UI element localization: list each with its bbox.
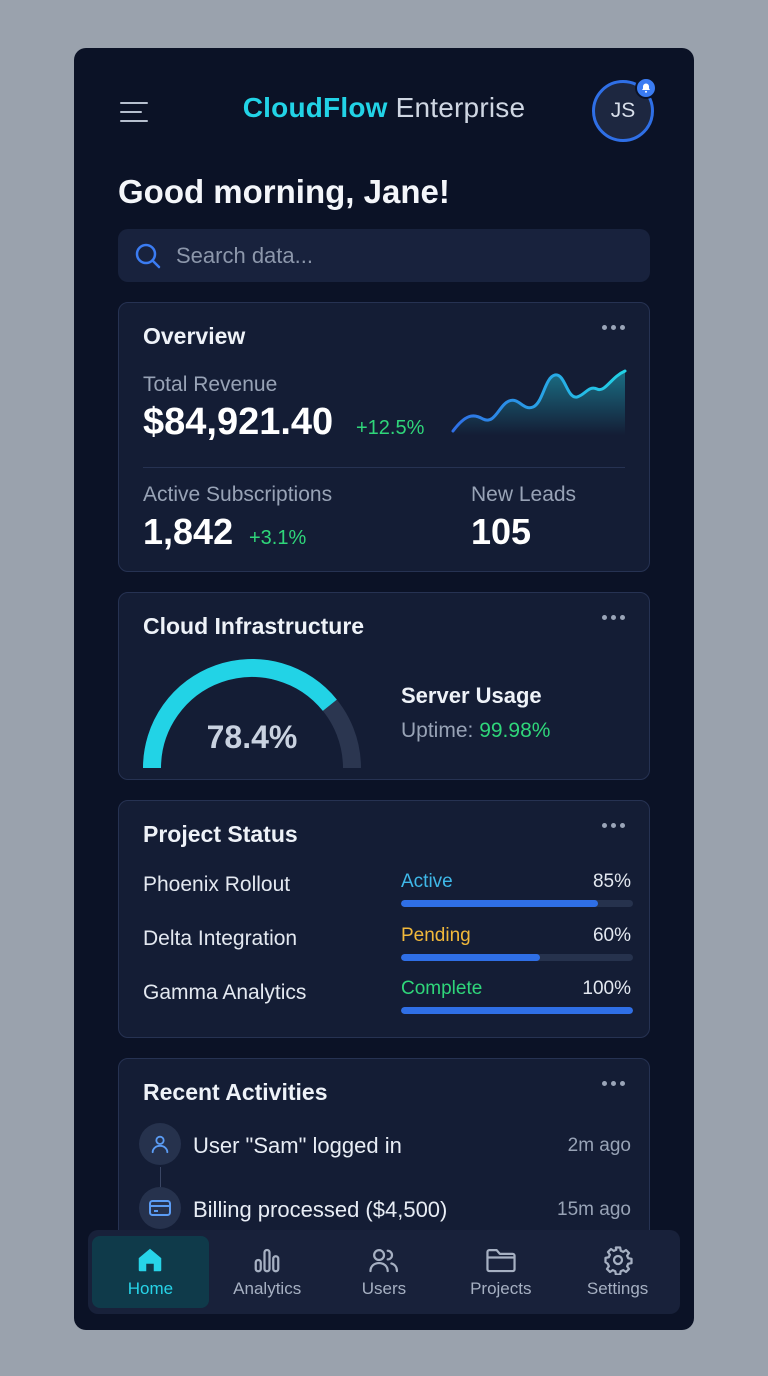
recent-activities-card: Recent Activities User "Sam" logged in 2… (118, 1058, 650, 1258)
nav-home[interactable]: Home (92, 1236, 209, 1308)
folder-icon (486, 1249, 516, 1273)
revenue-change: +12.5% (356, 417, 425, 439)
infrastructure-more-icon[interactable] (602, 615, 625, 620)
project-status-label: Pending (401, 925, 471, 946)
nav-label: Projects (470, 1279, 532, 1298)
notification-bell-icon[interactable] (635, 77, 657, 99)
search-icon (135, 243, 161, 268)
overview-divider (143, 467, 625, 468)
bottom-nav: Home Analytics Users Projects Settings (88, 1230, 680, 1314)
project-status-title: Project Status (143, 821, 298, 847)
activities-more-icon[interactable] (602, 1081, 625, 1086)
project-percent: 60% (592, 925, 631, 946)
subscriptions-value: 1,842 (143, 511, 234, 552)
project-status-card: Project Status Phoenix Rollout Active 85… (118, 800, 650, 1038)
app-title-suffix: Enterprise (395, 92, 526, 123)
subscriptions-change: +3.1% (249, 527, 307, 549)
user-icon (139, 1123, 181, 1165)
uptime-label: Uptime: (401, 719, 474, 742)
project-progress-fill (401, 900, 599, 907)
leads-label: New Leads (471, 483, 577, 506)
search-input[interactable]: Search data... (118, 229, 650, 282)
uptime-value: 99.98% (479, 719, 551, 742)
activity-connector (160, 1167, 161, 1189)
overview-more-icon[interactable] (602, 325, 625, 330)
nav-label: Settings (586, 1279, 649, 1298)
overview-title: Overview (143, 323, 246, 349)
activity-time: 2m ago (567, 1135, 631, 1156)
revenue-value: $84,921.40 (143, 401, 334, 443)
activity-text: Billing processed ($4,500) (193, 1197, 448, 1222)
greeting-heading: Good morning, Jane! (118, 173, 450, 210)
nav-analytics[interactable]: Analytics (209, 1236, 326, 1308)
nav-label: Analytics (233, 1279, 302, 1298)
credit-card-icon (139, 1187, 181, 1229)
project-progress-fill (401, 954, 541, 961)
gauge-value: 78.4% (206, 719, 298, 755)
activity-time: 15m ago (557, 1199, 631, 1220)
nav-projects[interactable]: Projects (442, 1236, 559, 1308)
home-icon (139, 1248, 162, 1272)
project-name: Delta Integration (143, 927, 298, 950)
project-progress-bar (401, 900, 633, 907)
recent-activities-title: Recent Activities (143, 1079, 328, 1105)
overview-card: Overview Total Revenue $84,921.40 +12.5%… (118, 302, 650, 572)
nav-label: Home (127, 1279, 174, 1298)
bar-chart-icon (254, 1248, 280, 1273)
gear-icon (603, 1246, 633, 1275)
infrastructure-title: Cloud Infrastructure (143, 613, 365, 639)
project-name: Gamma Analytics (143, 981, 307, 1004)
project-percent: 100% (582, 978, 631, 999)
uptime-row: Uptime: 99.98% (401, 719, 550, 743)
users-icon (369, 1249, 399, 1273)
project-status-label: Active (401, 871, 453, 892)
activity-text: User "Sam" logged in (193, 1133, 402, 1158)
project-status-more-icon[interactable] (602, 823, 625, 828)
avatar-initials: JS (610, 99, 636, 122)
server-usage-label: Server Usage (401, 683, 542, 708)
project-progress-fill (401, 1007, 633, 1014)
nav-users[interactable]: Users (326, 1236, 443, 1308)
project-status-label: Complete (401, 978, 483, 999)
project-percent: 85% (592, 871, 631, 892)
subscriptions-label: Active Subscriptions (143, 483, 333, 506)
nav-settings[interactable]: Settings (559, 1236, 676, 1308)
project-progress-bar (401, 1007, 633, 1014)
project-progress-bar (401, 954, 633, 961)
revenue-label: Total Revenue (143, 373, 278, 396)
infrastructure-card: Cloud Infrastructure 78.4% Server Usage … (118, 592, 650, 780)
search-placeholder: Search data... (176, 242, 313, 268)
nav-label: Users (361, 1279, 407, 1298)
project-name: Phoenix Rollout (143, 873, 291, 896)
leads-value: 105 (471, 511, 532, 552)
app-screen: CloudFlow Enterprise JS Good morning, Ja… (74, 48, 694, 1330)
app-title-brand: CloudFlow (242, 92, 388, 123)
revenue-sparkline (451, 369, 627, 435)
